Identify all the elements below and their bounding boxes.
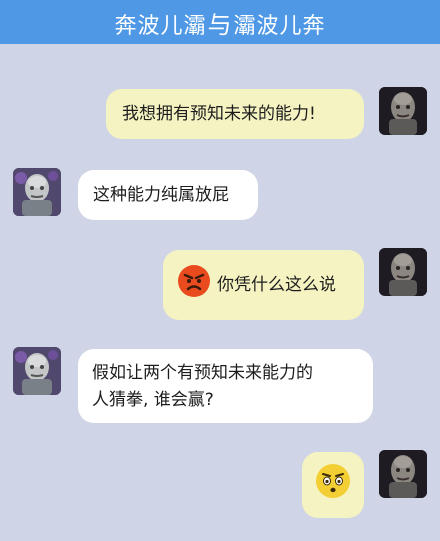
message-bubble-incoming[interactable]: 这种能力纯属放屁: [78, 170, 258, 220]
avatar-right[interactable]: [379, 248, 427, 296]
message-text: 我想拥有预知未来的能力!: [122, 104, 316, 124]
avatar-left[interactable]: [13, 168, 61, 216]
message-bubble-incoming[interactable]: 假如让两个有预知未来能力的 人猜拳, 谁会赢?: [78, 349, 373, 423]
title-left-name: 奔波儿灞: [114, 13, 207, 39]
avatar-right[interactable]: [379, 87, 427, 135]
title-separator: 与: [207, 10, 233, 39]
chat-header: 奔波儿灞与灞波儿奔: [0, 0, 440, 44]
message-bubble-outgoing[interactable]: 你凭什么这么说: [163, 250, 364, 320]
chat-title: 奔波儿灞与灞波儿奔: [114, 5, 325, 40]
message-text-line-2: 人猜拳, 谁会赢?: [92, 390, 214, 410]
message-text: 你凭什么这么说: [217, 275, 336, 295]
message-bubble-outgoing[interactable]: [302, 452, 364, 518]
title-right-name: 灞波儿奔: [233, 13, 326, 39]
angry-face-icon: [177, 264, 211, 306]
avatar-right[interactable]: [379, 450, 427, 498]
avatar-left[interactable]: [13, 347, 61, 395]
message-text-line-1: 假如让两个有预知未来能力的: [92, 363, 313, 383]
message-text: 这种能力纯属放屁: [93, 185, 229, 205]
message-bubble-outgoing[interactable]: 我想拥有预知未来的能力!: [106, 89, 364, 139]
suspicious-face-icon: [315, 463, 351, 507]
